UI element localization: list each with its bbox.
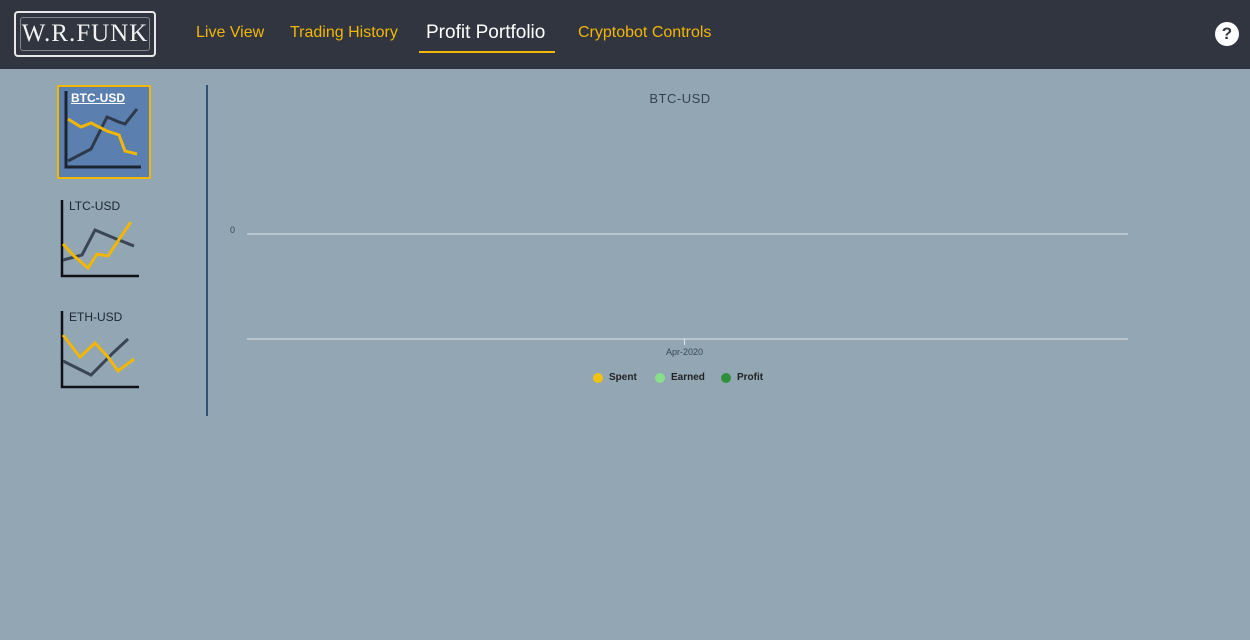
legend-dot-profit: [721, 372, 731, 383]
brand-logo[interactable]: W.R.FUNK: [14, 11, 156, 57]
legend-item-earned[interactable]: Earned: [655, 372, 705, 383]
nav-profit-portfolio[interactable]: Profit Portfolio: [426, 22, 545, 44]
legend-label: Spent: [609, 372, 637, 383]
nav-live-view[interactable]: Live View: [196, 24, 264, 42]
sidebar-item-label: ETH-USD: [69, 310, 123, 324]
legend-item-profit[interactable]: Profit: [721, 372, 763, 383]
nav-trading-history[interactable]: Trading History: [290, 24, 398, 42]
sidebar-item-label: LTC-USD: [69, 199, 121, 213]
sidebar-divider: [206, 85, 208, 416]
legend-item-spent[interactable]: Spent: [593, 372, 637, 383]
sidebar-item-ltc-usd[interactable]: LTC-USD: [58, 196, 142, 280]
top-navbar: W.R.FUNK Live View Trading History Profi…: [0, 0, 1250, 69]
y-tick-label: 0: [230, 225, 235, 235]
legend-label: Earned: [671, 372, 705, 383]
sidebar-item-btc-usd[interactable]: BTC-USD: [57, 85, 151, 179]
legend-dot-spent: [593, 372, 603, 383]
sidebar-item-label: BTC-USD: [71, 91, 125, 105]
legend-label: Profit: [737, 372, 764, 383]
chart-title: BTC-USD: [649, 91, 711, 106]
sidebar-item-eth-usd[interactable]: ETH-USD: [58, 307, 142, 391]
x-tick-label: Apr-2020: [666, 347, 703, 357]
legend-dot-earned: [655, 372, 665, 383]
help-icon[interactable]: ?: [1215, 22, 1239, 46]
active-tab-underline: [419, 51, 555, 53]
profit-chart: 0 Apr-2020: [230, 225, 1128, 357]
nav-cryptobot-controls[interactable]: Cryptobot Controls: [578, 24, 711, 42]
